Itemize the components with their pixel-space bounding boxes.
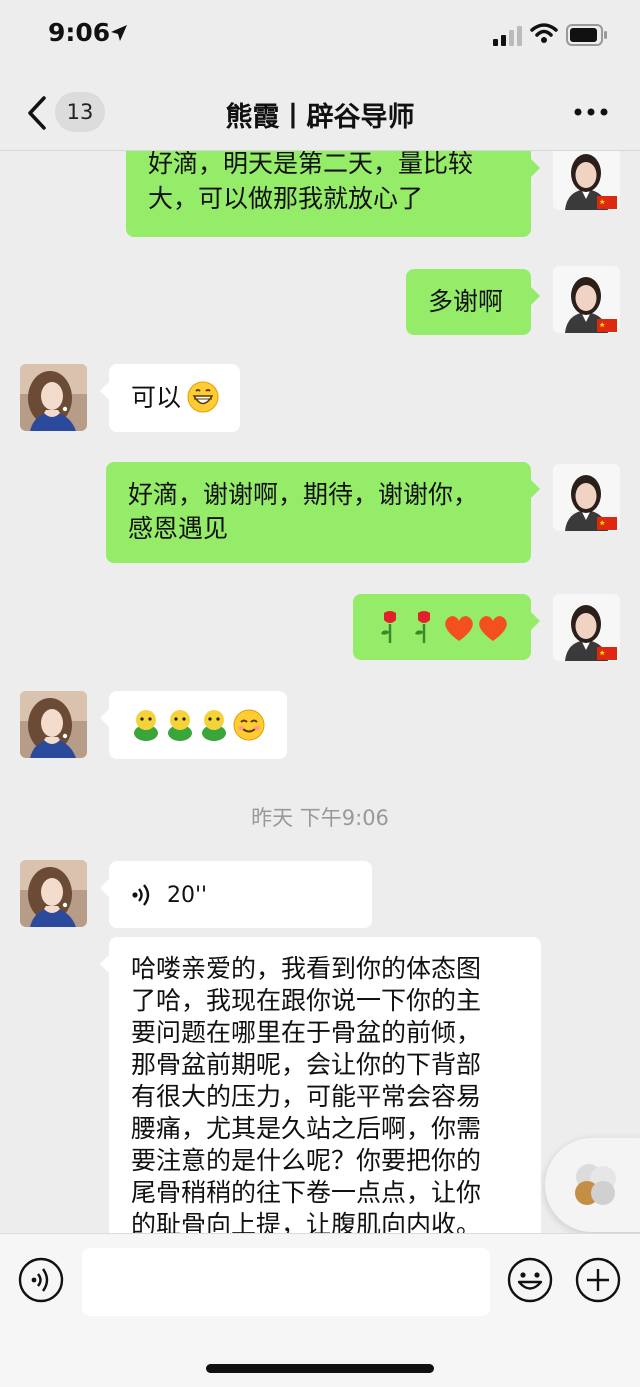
contact-avatar[interactable] — [20, 691, 87, 758]
voice-transcript-bubble[interactable]: 哈喽亲爱的，我看到你的体态图 了哈，我现在跟你说一下你的主 要问题在哪里在于骨盆… — [100, 937, 541, 1233]
transcript-line: 有很大的压力，可能平常会容易 — [131, 1082, 482, 1111]
heart-emoji-icon — [445, 616, 473, 641]
message-bubble[interactable]: 好滴，谢谢啊，期待，谢谢你， 感恩遇见 — [106, 462, 540, 563]
message-bubble[interactable]: 可以 — [100, 364, 240, 432]
more-options-icon[interactable] — [574, 108, 608, 116]
message-text: 可以 — [131, 383, 182, 412]
voice-duration: 20'' — [167, 883, 208, 908]
my-avatar[interactable] — [553, 594, 620, 661]
transcript-line: 的耻骨向上提，让腹肌向内收。 — [131, 1210, 482, 1233]
message-bubble[interactable]: 好滴，明天是第二天，量比较 大，可以做那我就放心了 — [126, 151, 540, 237]
message-bubble[interactable]: 😊 — [100, 691, 287, 759]
message-outgoing: 🌹🌹❤❤ — [0, 594, 640, 674]
message-incoming: 😊 — [0, 689, 640, 769]
heart-emoji-icon — [479, 616, 507, 641]
chat-message-list[interactable]: 好滴，明天是第二天，量比较 大，可以做那我就放心了 多谢啊 可以 好滴，谢谢啊，… — [0, 151, 640, 1233]
chat-timestamp: 昨天 下午9:06 — [251, 806, 389, 830]
battery-icon — [566, 24, 607, 46]
transcript-line: 要问题在哪里在于骨盆的前倾， — [131, 1018, 482, 1047]
contact-avatar[interactable] — [20, 364, 87, 431]
message-outgoing: 好滴，明天是第二天，量比较 大，可以做那我就放心了 — [0, 151, 640, 241]
status-time: 9:06 — [48, 18, 111, 47]
floating-window-icon — [575, 1164, 616, 1205]
message-incoming: 可以 — [0, 364, 640, 444]
message-outgoing: 多谢啊 — [0, 266, 640, 346]
voice-input-icon[interactable] — [18, 1257, 64, 1303]
more-functions-plus-icon[interactable] — [575, 1257, 621, 1303]
transcript-line: 了哈，我现在跟你说一下你的主 — [131, 986, 482, 1015]
rose-emoji-icon — [415, 611, 430, 643]
message-bubble[interactable]: 多谢啊 — [406, 269, 540, 335]
smiling-face-emoji-icon — [233, 709, 265, 741]
location-arrow-icon — [111, 25, 127, 41]
green-buddy-sticker-icon — [168, 710, 192, 741]
voice-playback-icon — [132, 884, 150, 906]
floating-window-button[interactable] — [545, 1138, 640, 1232]
cellular-signal-icon — [493, 26, 522, 46]
message-text-line: 大，可以做那我就放心了 — [148, 184, 424, 213]
my-avatar[interactable] — [553, 266, 620, 333]
transcript-line: 要注意的是什么呢？你要把你的 — [131, 1146, 482, 1175]
status-bar: 9:06 — [0, 0, 640, 70]
home-indicator — [206, 1364, 434, 1373]
my-avatar[interactable] — [553, 464, 620, 531]
wifi-icon — [530, 23, 558, 43]
message-incoming: 哈喽亲爱的，我看到你的体态图 了哈，我现在跟你说一下你的主 要问题在哪里在于骨盆… — [0, 937, 640, 1233]
message-text-line: 好滴，明天是第二天，量比较 — [148, 151, 474, 178]
green-buddy-sticker-icon — [134, 710, 158, 741]
my-avatar[interactable] — [553, 151, 620, 210]
contact-avatar[interactable] — [20, 860, 87, 927]
voice-message-bubble[interactable]: 20'' — [100, 861, 372, 928]
transcript-line: 哈喽亲爱的，我看到你的体态图 — [131, 954, 482, 983]
emoji-picker-icon[interactable] — [507, 1257, 553, 1303]
message-text-input[interactable] — [82, 1248, 490, 1316]
message-input-bar — [0, 1233, 640, 1387]
transcript-line: 尾骨稍稍的往下卷一点点，让你 — [131, 1178, 482, 1207]
message-bubble[interactable]: 🌹🌹❤❤ — [353, 594, 540, 660]
message-text-line: 好滴，谢谢啊，期待，谢谢你， — [128, 480, 479, 509]
transcript-line: 那骨盆前期呢，会让你的下背部 — [131, 1050, 482, 1079]
rose-emoji-icon — [381, 611, 396, 643]
message-text: 多谢啊 — [428, 287, 504, 316]
transcript-line: 腰痛，尤其是久站之后啊，你需 — [131, 1114, 482, 1143]
message-incoming: 20'' — [0, 860, 640, 940]
message-outgoing: 好滴，谢谢啊，期待，谢谢你， 感恩遇见 — [0, 462, 640, 572]
green-buddy-sticker-icon — [202, 710, 226, 741]
message-text-line: 感恩遇见 — [128, 514, 229, 543]
grinning-face-emoji-icon — [187, 381, 219, 413]
chat-title: 熊霞丨辟谷导师 — [225, 102, 415, 133]
chat-header: 13 熊霞丨辟谷导师 — [0, 75, 640, 151]
